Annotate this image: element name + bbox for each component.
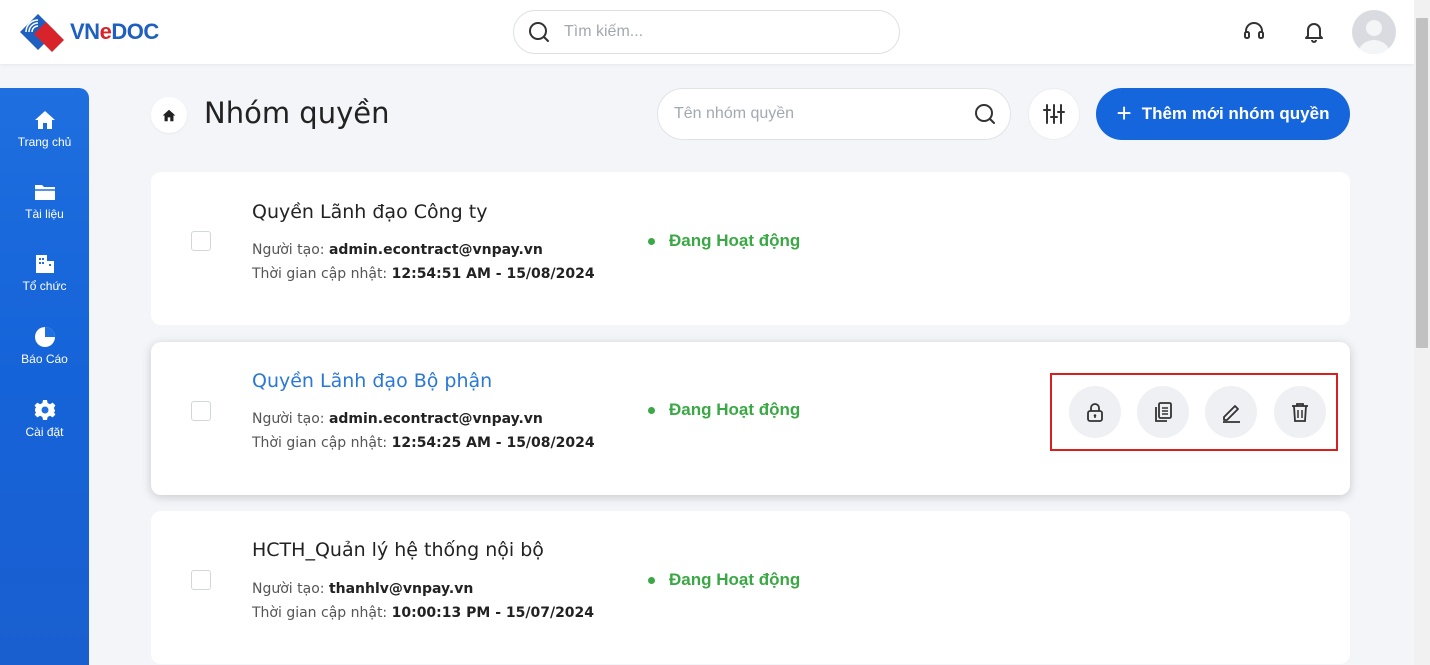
global-search[interactable] xyxy=(513,10,900,54)
sidebar-item-label: Tổ chức xyxy=(22,279,67,293)
home-icon xyxy=(34,111,55,129)
status-badge: Đang Hoạt động xyxy=(648,231,800,251)
logo-text: VNeDOC xyxy=(70,19,159,44)
sidebar-item-organization[interactable]: Tổ chức xyxy=(0,252,89,293)
scrollbar-thumb[interactable] xyxy=(1416,18,1428,348)
trash-icon xyxy=(1292,403,1308,422)
headset-icon xyxy=(1244,22,1264,39)
page-title: Nhóm quyền xyxy=(204,96,390,130)
sidebar-item-label: Trang chủ xyxy=(17,135,72,149)
edit-button[interactable] xyxy=(1205,386,1257,438)
top-header: VNeDOC xyxy=(0,0,1414,64)
sidebar-item-settings[interactable]: Cài đặt xyxy=(0,398,89,439)
avatar[interactable] xyxy=(1352,10,1396,54)
group-card[interactable]: Quyền Lãnh đạo Công ty Người tạo: admin.… xyxy=(151,172,1350,325)
group-checkbox[interactable] xyxy=(191,401,211,421)
group-name[interactable]: Quyền Lãnh đạo Bộ phận xyxy=(252,370,492,392)
sidebar: Trang chủ Tài liệu Tổ chức Báo Cáo Cài đ… xyxy=(0,88,89,665)
delete-button[interactable] xyxy=(1274,386,1326,438)
group-name[interactable]: HCTH_Quản lý hệ thống nội bộ xyxy=(252,539,544,561)
breadcrumb-home-button[interactable] xyxy=(151,97,187,133)
status-dot-icon xyxy=(648,406,655,414)
global-search-input[interactable] xyxy=(564,23,864,41)
copy-button[interactable] xyxy=(1137,386,1189,438)
plus-icon: + xyxy=(1116,98,1132,128)
copy-icon xyxy=(1155,402,1172,422)
sidebar-item-label: Cài đặt xyxy=(25,425,64,439)
group-creator: Người tạo: thanhlv@vnpay.vn xyxy=(252,581,474,597)
group-card[interactable]: HCTH_Quản lý hệ thống nội bộ Người tạo: … xyxy=(151,511,1350,664)
group-name[interactable]: Quyền Lãnh đạo Công ty xyxy=(252,201,487,223)
pencil-icon xyxy=(1223,405,1240,423)
group-creator: Người tạo: admin.econtract@vnpay.vn xyxy=(252,242,543,258)
add-group-button-label: Thêm mới nhóm quyền xyxy=(1141,104,1330,123)
sliders-icon xyxy=(1043,104,1065,124)
group-search[interactable] xyxy=(657,88,1011,140)
folder-icon xyxy=(34,185,55,200)
group-creator: Người tạo: admin.econtract@vnpay.vn xyxy=(252,411,543,427)
search-icon[interactable] xyxy=(974,103,996,125)
lock-button[interactable] xyxy=(1069,386,1121,438)
group-checkbox[interactable] xyxy=(191,231,211,251)
sidebar-item-home[interactable]: Trang chủ xyxy=(0,108,89,149)
status-badge: Đang Hoạt động xyxy=(648,400,800,420)
status-badge: Đang Hoạt động xyxy=(648,570,800,590)
logo-mark-icon xyxy=(20,14,64,52)
pie-chart-icon xyxy=(34,327,55,347)
group-checkbox[interactable] xyxy=(191,570,211,590)
search-icon xyxy=(529,22,549,42)
sidebar-item-label: Báo Cáo xyxy=(21,352,68,366)
user-avatar-icon xyxy=(1358,20,1390,54)
sidebar-item-reports[interactable]: Báo Cáo xyxy=(0,325,89,366)
group-updated: Thời gian cập nhật: 12:54:51 AM - 15/08/… xyxy=(252,266,595,282)
support-button[interactable] xyxy=(1239,16,1269,46)
add-group-button[interactable]: + Thêm mới nhóm quyền xyxy=(1096,88,1350,140)
vnedoc-logo[interactable]: VNeDOC xyxy=(16,12,159,52)
status-dot-icon xyxy=(648,576,655,584)
lock-icon xyxy=(1087,403,1103,422)
group-updated: Thời gian cập nhật: 10:00:13 PM - 15/07/… xyxy=(252,605,595,621)
filter-button[interactable] xyxy=(1028,88,1080,140)
bell-icon xyxy=(1305,23,1323,43)
home-icon xyxy=(162,109,176,121)
building-icon xyxy=(35,255,54,273)
group-updated: Thời gian cập nhật: 12:54:25 AM - 15/08/… xyxy=(252,435,595,451)
gear-icon xyxy=(34,400,55,420)
notifications-button[interactable] xyxy=(1299,16,1329,46)
group-search-input[interactable] xyxy=(674,105,964,123)
sidebar-item-documents[interactable]: Tài liệu xyxy=(0,180,89,221)
sidebar-item-label: Tài liệu xyxy=(25,207,64,221)
status-dot-icon xyxy=(648,237,655,245)
